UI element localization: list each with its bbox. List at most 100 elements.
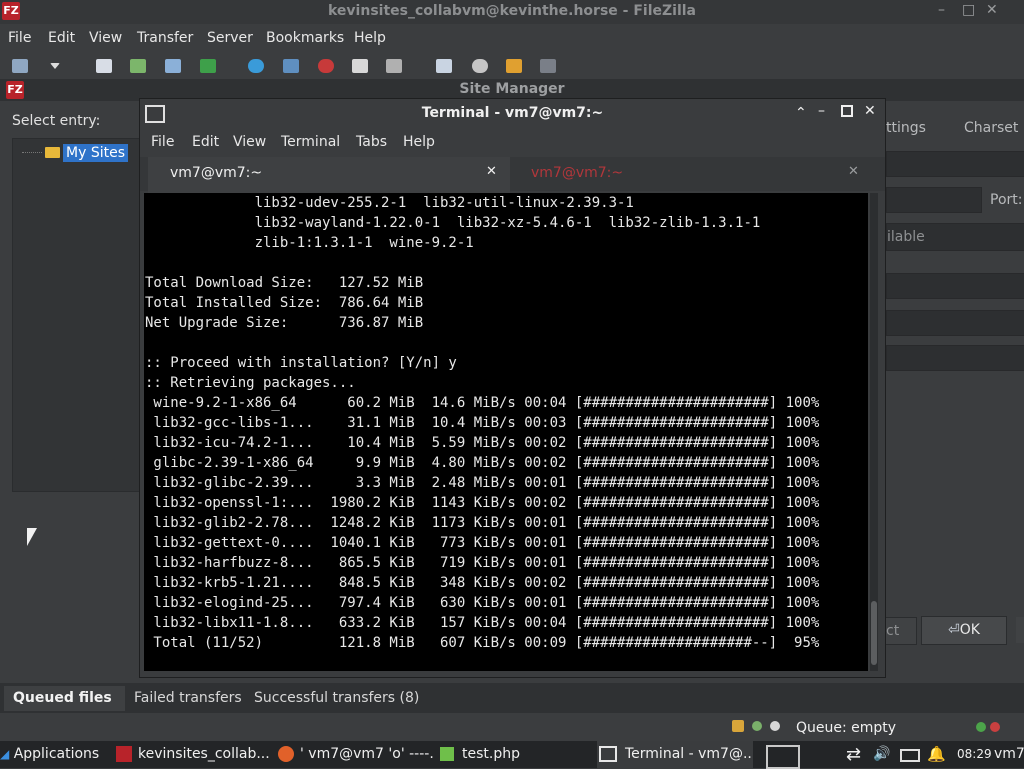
taskbar-item-terminal[interactable]: Terminal - vm7@... (597, 741, 753, 768)
menu-transfer[interactable]: Transfer (137, 30, 193, 46)
terminal-line: lib32-wayland-1.22.0-1 lib32-xz-5.4.6-1 … (145, 215, 761, 231)
terminal-line: Total Installed Size: 786.64 MiB (145, 295, 424, 311)
maximize-icon[interactable] (841, 105, 853, 117)
encryption-value-partial: ilable (887, 229, 925, 245)
terminal-menu-tabs[interactable]: Tabs (356, 134, 387, 150)
clock[interactable]: 08:29 (957, 747, 992, 761)
minimize-icon[interactable]: – (938, 2, 945, 18)
volume-icon[interactable]: 🔊 (873, 746, 890, 762)
taskbar-item-firefox[interactable]: ' vm7@vm7 'o' ----... (276, 741, 434, 768)
disconnect-icon[interactable] (352, 59, 368, 73)
menu-edit[interactable]: Edit (48, 30, 75, 46)
site-tree[interactable] (12, 138, 140, 492)
ok-arrow-icon: ⏎ (948, 622, 960, 638)
reconnect-icon[interactable] (386, 59, 402, 73)
terminal-output[interactable]: lib32-udev-255.2-1 lib32-util-linux-2.39… (144, 193, 868, 671)
taskbar-item-label: ' vm7@vm7 'o' ----... (300, 746, 434, 762)
terminal-scrollbar[interactable] (870, 193, 878, 671)
tab-close-icon[interactable]: ✕ (848, 164, 859, 179)
menu-server[interactable]: Server (207, 30, 253, 46)
encryption-select[interactable]: ilable (886, 223, 1024, 251)
cancel-button-label-partial: ct (886, 623, 900, 639)
folder-icon (45, 147, 60, 158)
directory-listing-icon[interactable] (436, 59, 452, 73)
network-icon[interactable]: ⇄ (846, 744, 861, 765)
tab-queued-files[interactable]: Queued files (13, 690, 112, 706)
remote-tree-icon[interactable] (165, 59, 181, 73)
queue-status: Queue: empty (796, 720, 897, 736)
applications-menu[interactable]: ◢ Applications (0, 741, 108, 768)
tree-connector (22, 152, 42, 153)
notification-bell-icon[interactable]: 🔔 (927, 745, 946, 763)
host-input[interactable] (886, 187, 982, 213)
terminal-menu-view[interactable]: View (233, 134, 266, 150)
refresh-icon[interactable] (248, 59, 264, 73)
mouse-pointer-icon (27, 528, 37, 546)
terminal-line: lib32-openssl-1:... 1980.2 KiB 1143 KiB/… (145, 495, 820, 511)
terminal-line: lib32-glibc-2.39... 3.3 MiB 2.48 MiB/s 0… (145, 475, 820, 491)
terminal-line: lib32-udev-255.2-1 lib32-util-linux-2.39… (145, 195, 634, 211)
maximize-icon[interactable]: □ (962, 2, 975, 18)
cancel-icon[interactable] (318, 59, 334, 73)
terminal-line: wine-9.2-1-x86_64 60.2 MiB 14.6 MiB/s 00… (145, 395, 820, 411)
terminal-window: Terminal - vm7@vm7:~ ⌃ – ✕ File Edit Vie… (139, 98, 886, 678)
close-icon[interactable]: ✕ (986, 2, 998, 18)
protocol-select[interactable] (886, 151, 1024, 177)
terminal-line: lib32-krb5-1.21.... 848.5 KiB 348 KiB/s … (145, 575, 820, 591)
filter-icon[interactable] (283, 59, 299, 73)
taskbar-item-filezilla[interactable]: kevinsites_collab... (112, 741, 272, 768)
tab-transfer-settings-partial[interactable]: ttings (886, 120, 926, 136)
connect-button-partial[interactable] (1016, 617, 1024, 643)
terminal-menu-terminal[interactable]: Terminal (281, 134, 340, 150)
minimize-icon[interactable]: – (818, 103, 825, 119)
terminal-line: lib32-glib2-2.78... 1248.2 KiB 1173 KiB/… (145, 515, 820, 531)
taskbar: ◢ Applications kevinsites_collab... ' vm… (0, 741, 1024, 769)
terminal-menu-help[interactable]: Help (403, 134, 435, 150)
local-tree-icon[interactable] (130, 59, 146, 73)
close-icon[interactable]: ✕ (864, 103, 876, 119)
speed-limit-icon[interactable] (752, 721, 762, 731)
compare-icon[interactable] (506, 59, 522, 73)
terminal-tab-active[interactable]: vm7@vm7:~ ✕ (148, 157, 510, 193)
terminal-line: lib32-elogind-25... 797.4 KiB 630 KiB/s … (145, 595, 820, 611)
user-name[interactable]: vm7 (994, 746, 1024, 762)
lock-icon (732, 720, 744, 732)
menu-help[interactable]: Help (354, 30, 386, 46)
terminal-menu-file[interactable]: File (151, 134, 174, 150)
search-icon[interactable] (540, 59, 556, 73)
tab-failed-transfers[interactable]: Failed transfers (134, 690, 242, 706)
battery-icon[interactable] (900, 749, 920, 762)
taskbar-item-editor[interactable]: test.php (438, 741, 594, 768)
menu-file[interactable]: File (8, 30, 31, 46)
tab-charset[interactable]: Charset (964, 120, 1018, 136)
transfer-queue-icon[interactable] (200, 59, 216, 73)
terminal-line: :: Proceed with installation? [Y/n] y (145, 355, 457, 371)
password-input[interactable] (886, 345, 1024, 371)
cancel-button[interactable]: ct (885, 617, 917, 645)
tab-successful-transfers[interactable]: Successful transfers (8) (254, 690, 419, 706)
ok-button-label: OK (959, 622, 980, 638)
chevron-up-icon[interactable]: ⌃ (795, 105, 807, 121)
tree-item-my-sites[interactable]: My Sites (63, 144, 128, 162)
filezilla-titlebar: FZ kevinsites_collabvm@kevinthe.horse - … (0, 0, 1024, 24)
status-bar: Queue: empty (0, 717, 1024, 741)
filezilla-menubar: File Edit View Transfer Server Bookmarks… (0, 26, 1024, 52)
user-input[interactable] (886, 310, 1024, 336)
menu-bookmarks[interactable]: Bookmarks (266, 30, 344, 46)
sync-browsing-icon[interactable] (472, 59, 488, 73)
terminal-menu-edit[interactable]: Edit (192, 134, 219, 150)
tab-close-icon[interactable]: ✕ (486, 164, 497, 179)
terminal-titlebar: Terminal - vm7@vm7:~ ⌃ – ✕ (140, 99, 885, 129)
taskbar-item-label: kevinsites_collab... (138, 746, 270, 762)
message-log-icon[interactable] (96, 59, 112, 73)
menu-view[interactable]: View (89, 30, 122, 46)
terminal-tab-inactive[interactable]: vm7@vm7:~ ✕ (512, 157, 872, 191)
logon-type-select[interactable] (886, 273, 1024, 299)
dropdown-arrow-icon[interactable] (50, 63, 60, 69)
show-terminal-icon[interactable] (766, 745, 800, 769)
ok-button[interactable]: ⏎OK (921, 616, 1007, 645)
site-manager-icon[interactable] (12, 59, 28, 73)
scrollbar-thumb[interactable] (871, 601, 877, 665)
